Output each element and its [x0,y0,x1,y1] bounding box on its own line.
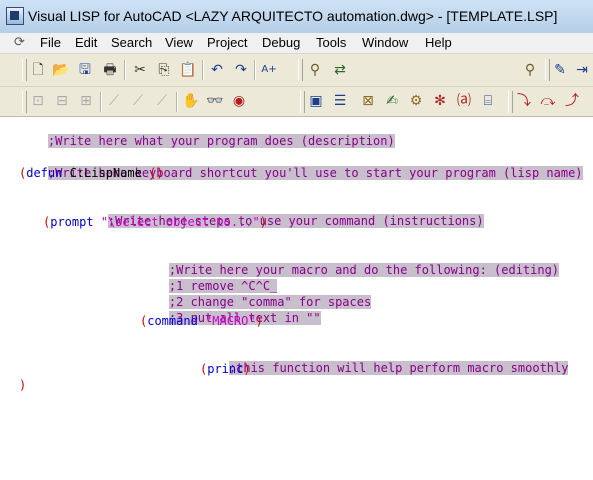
menu-project[interactable]: Project [207,35,247,50]
find-toolbar-icon[interactable]: ⚲ [520,60,540,80]
autocad-window-icon[interactable]: ▣ [306,91,326,111]
separator [202,60,204,80]
next-bookmark-icon[interactable]: ⇥ [572,60,592,80]
title-bar: Visual LISP for AutoCAD <LAZY ARQUITECTO… [0,0,593,34]
separator [254,60,256,80]
keyword: defun [26,166,63,180]
toolbar-grip[interactable] [22,91,27,113]
menu-tools[interactable]: Tools [316,35,346,50]
trace-icon[interactable]: ✍ [382,91,402,111]
code-line: (defun C:LispName () [19,166,164,181]
last-evaluation-icon[interactable]: ⒜ [454,91,474,111]
menu-search[interactable]: Search [111,35,152,50]
function-name: C:LispName [62,166,150,180]
code-line: ) [19,378,26,393]
keyword: princ [207,362,244,376]
standard-toolbar: 🗋 📂 🖫 🖶 ✂ ⎘ 📋 ↶ ↷ A+ ⚲ ⇄ car ▼ ⚲ ✎ ⇥ [0,54,593,135]
step-over-icon[interactable]: ⤼ [538,91,558,111]
window-title: Visual LISP for AutoCAD <LAZY ARQUITECTO… [28,8,558,24]
toolbar-grip[interactable] [508,91,513,113]
open-folder-icon[interactable]: 📂 [51,60,71,80]
view-debug-toolbar: ⊡ ⊟ ⊞ ⟋ ⟋ ⟋ ✋ 👓 ◉ ▣ ☰ ⊠ ✍ ⚙ ✻ ⒜ ⌸ ⤵ ⤼ ⤴ [0,87,593,117]
code-line: ;1 remove ^C^C_ [140,264,278,293]
code-line: (princ) [200,362,251,377]
replace-icon[interactable]: ⇄ [330,60,350,80]
comment: ;Write here what your program does (desc… [47,134,395,148]
code-line: ;Write here what your program does (desc… [19,119,395,148]
save-icon[interactable]: 🖫 [75,60,95,80]
code-line: ;this function will help perform macro s… [200,346,569,375]
separator [176,92,178,112]
code-editor[interactable]: ;Write here what your program does (desc… [0,117,593,480]
code-line: ;2 change "comma" for spaces [140,280,372,309]
keyword: command [147,314,198,328]
code-line: (command "MACRO") [140,314,263,329]
menu-debug[interactable]: Debug [262,35,300,50]
cut-icon[interactable]: ✂ [130,60,150,80]
redo-icon[interactable]: ↷ [231,60,251,80]
undo-icon[interactable]: ↶ [207,60,227,80]
toolbar-grip[interactable] [298,59,303,81]
complete-word-icon[interactable]: A+ [259,60,279,80]
new-file-icon[interactable]: 🗋 [28,60,48,80]
toolbar-grip[interactable] [300,91,305,113]
paren: () [149,166,164,180]
toolbar-grip[interactable] [22,59,27,81]
menu-edit[interactable]: Edit [75,35,97,50]
code-line: ;Write here steps to use your command (i… [79,199,484,228]
comment-block-icon[interactable]: ⟋ [104,91,124,111]
string: "\select object to..." [93,215,260,229]
toggle-breakpoint-icon[interactable]: ◉ [229,91,249,111]
copy-icon[interactable]: ⎘ [154,60,174,80]
paren: ) [19,378,27,392]
document-control-icon[interactable]: ⟳ [14,36,30,50]
console-window-icon[interactable]: ☰ [330,91,350,111]
code-line: ;3 put all text in "" [140,296,321,325]
format-selection-icon[interactable]: ⟋ [152,91,172,111]
paren: ) [255,314,263,328]
step-into-icon[interactable]: ⤵ [514,91,534,111]
step-out-icon[interactable]: ⤴ [562,91,582,111]
string: "MACRO" [197,314,256,328]
paren: ) [243,362,251,376]
menu-window[interactable]: Window [362,35,408,50]
uncomment-block-icon[interactable]: ⟋ [128,91,148,111]
app-icon [6,7,24,25]
code-line: (prompt "\select object to...") [43,215,267,230]
symbol-service-icon[interactable]: ⚙ [406,91,426,111]
menu-bar: ⟳ File Edit Search View Project Debug To… [0,33,593,54]
print-icon[interactable]: 🖶 [100,60,120,80]
keyword: prompt [50,215,94,229]
comment: ;this function will help perform macro s… [228,361,569,375]
separator [124,60,126,80]
binoculars-icon[interactable]: ⚲ [305,60,325,80]
apropos-icon[interactable]: ✻ [430,91,450,111]
separator [100,92,102,112]
menu-view[interactable]: View [165,35,193,50]
menu-help[interactable]: Help [425,35,452,50]
inspect-icon[interactable]: ⊠ [358,91,378,111]
paste-icon[interactable]: 📋 [178,60,198,80]
paren: ) [259,215,267,229]
load-selection-icon[interactable]: ⊟ [52,91,72,111]
menu-file[interactable]: File [40,35,61,50]
watch-icon[interactable]: 👓 [205,91,225,111]
toggle-bookmark-icon[interactable]: ✎ [550,60,570,80]
load-active-window-icon[interactable]: ⊡ [28,91,48,111]
check-text-icon[interactable]: ⊞ [76,91,96,111]
code-line: ;Write here keyboard shortcut you'll use… [19,151,583,180]
code-line: ;Write here your macro and do the follow… [140,248,560,277]
help-icon[interactable]: ⌸ [478,91,498,111]
activate-autocad-icon[interactable]: ✋ [181,91,201,111]
